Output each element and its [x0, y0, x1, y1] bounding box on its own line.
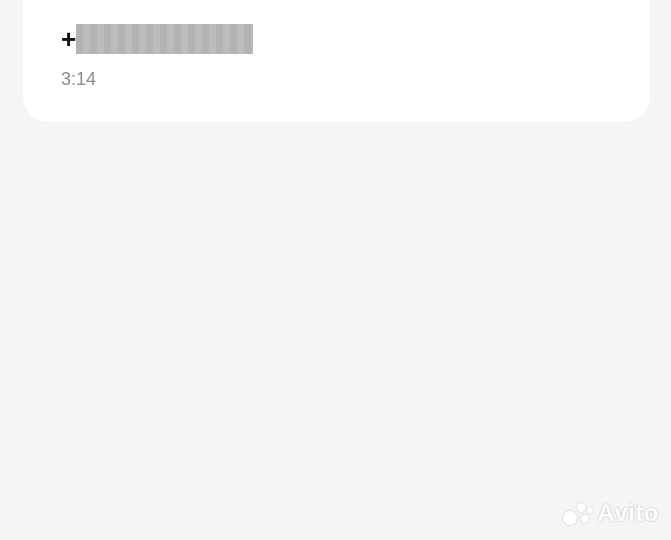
avito-logo-icon	[563, 501, 594, 527]
call-duration: 3:14	[61, 69, 97, 89]
redacted-phone-digits	[76, 24, 254, 54]
watermark-text: Avito	[597, 500, 659, 527]
phone-number: +	[61, 24, 254, 54]
avito-watermark: Avito	[563, 500, 659, 528]
phone-number-prefix: +	[61, 24, 77, 54]
call-log-item[interactable]: + 3:14	[23, 0, 650, 122]
call-log-screen: + 3:14 Avito	[0, 0, 671, 540]
